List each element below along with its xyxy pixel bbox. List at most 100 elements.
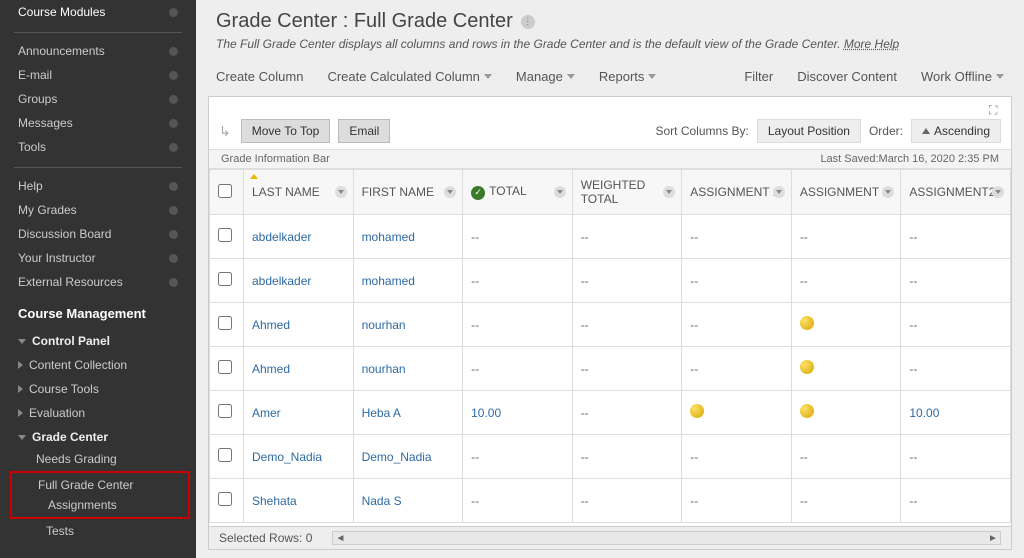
row-select-cell[interactable]: [210, 479, 244, 523]
row-checkbox[interactable]: [218, 228, 232, 242]
filter-button[interactable]: Filter: [744, 69, 773, 84]
row-checkbox[interactable]: [218, 404, 232, 418]
cell-value[interactable]: Demo_Nadia: [362, 450, 432, 464]
sidebar-item-messages[interactable]: Messages: [0, 111, 196, 135]
assignment-cell[interactable]: --: [791, 215, 901, 259]
total-cell[interactable]: --: [463, 347, 573, 391]
assignment-cell[interactable]: --: [901, 347, 1011, 391]
assignment-cell[interactable]: --: [901, 303, 1011, 347]
row-select-cell[interactable]: [210, 303, 244, 347]
control-panel-heading[interactable]: Control Panel: [0, 329, 196, 353]
total-cell[interactable]: --: [463, 479, 573, 523]
weighted-total-cell[interactable]: --: [572, 479, 682, 523]
column-menu-icon[interactable]: [335, 186, 347, 198]
create-calculated-column-button[interactable]: Create Calculated Column: [327, 69, 491, 84]
assignment-cell[interactable]: --: [682, 215, 792, 259]
cell-value[interactable]: nourhan: [362, 318, 406, 332]
first-name-cell[interactable]: Demo_Nadia: [353, 435, 463, 479]
reports-button[interactable]: Reports: [599, 69, 657, 84]
manage-button[interactable]: Manage: [516, 69, 575, 84]
horizontal-scrollbar[interactable]: ◄ ►: [332, 531, 1001, 545]
first-name-cell[interactable]: mohamed: [353, 215, 463, 259]
sidebar-item-e-mail[interactable]: E-mail: [0, 63, 196, 87]
row-checkbox[interactable]: [218, 360, 232, 374]
last-name-cell[interactable]: abdelkader: [244, 259, 354, 303]
weighted-total-cell[interactable]: --: [572, 347, 682, 391]
assignment-cell[interactable]: --: [901, 479, 1011, 523]
row-select-cell[interactable]: [210, 391, 244, 435]
last-name-cell[interactable]: Ahmed: [244, 347, 354, 391]
cell-value[interactable]: abdelkader: [252, 274, 311, 288]
column-menu-icon[interactable]: [992, 186, 1004, 198]
column-header[interactable]: LAST NAME: [244, 170, 354, 215]
column-header[interactable]: ASSIGNMENT2: [901, 170, 1011, 215]
move-to-top-button[interactable]: Move To Top: [241, 119, 331, 143]
column-header[interactable]: WEIGHTED TOTAL: [572, 170, 682, 215]
column-header[interactable]: ✓TOTAL: [463, 170, 573, 215]
order-button[interactable]: Ascending: [911, 119, 1001, 143]
row-checkbox[interactable]: [218, 272, 232, 286]
sidebar-item-tools[interactable]: Tools: [0, 135, 196, 159]
assignment-cell[interactable]: [791, 303, 901, 347]
row-checkbox[interactable]: [218, 316, 232, 330]
column-header[interactable]: FIRST NAME: [353, 170, 463, 215]
cell-value[interactable]: 10.00: [471, 406, 501, 420]
sidebar-item-full-grade-center[interactable]: Full Grade Center: [12, 475, 188, 495]
assignment-cell[interactable]: 10.00: [901, 391, 1011, 435]
row-select-cell[interactable]: [210, 435, 244, 479]
cell-value[interactable]: Amer: [252, 406, 281, 420]
cell-value[interactable]: Demo_Nadia: [252, 450, 322, 464]
row-select-cell[interactable]: [210, 347, 244, 391]
last-name-cell[interactable]: Shehata: [244, 479, 354, 523]
create-column-button[interactable]: Create Column: [216, 69, 303, 84]
cell-value[interactable]: Heba A: [362, 406, 401, 420]
assignment-cell[interactable]: --: [901, 259, 1011, 303]
layout-position-button[interactable]: Layout Position: [757, 119, 861, 143]
scroll-right-arrow[interactable]: ►: [986, 533, 1000, 544]
sidebar-item-discussion-board[interactable]: Discussion Board: [0, 222, 196, 246]
row-checkbox[interactable]: [218, 448, 232, 462]
assignment-cell[interactable]: --: [901, 215, 1011, 259]
first-name-cell[interactable]: mohamed: [353, 259, 463, 303]
first-name-cell[interactable]: Nada S: [353, 479, 463, 523]
weighted-total-cell[interactable]: --: [572, 435, 682, 479]
assignment-cell[interactable]: --: [682, 303, 792, 347]
cell-value[interactable]: 10.00: [909, 406, 939, 420]
assignment-cell[interactable]: [791, 347, 901, 391]
last-name-cell[interactable]: Amer: [244, 391, 354, 435]
sidebar-item-announcements[interactable]: Announcements: [0, 39, 196, 63]
assignment-cell[interactable]: [791, 391, 901, 435]
sidebar-item-help[interactable]: Help: [0, 174, 196, 198]
sidebar-item-tests[interactable]: Tests: [0, 521, 196, 541]
more-help-link[interactable]: More Help: [844, 37, 899, 51]
row-select-cell[interactable]: [210, 259, 244, 303]
cell-value[interactable]: mohamed: [362, 274, 415, 288]
assignment-cell[interactable]: --: [791, 259, 901, 303]
row-checkbox[interactable]: [218, 492, 232, 506]
sidebar-item-my-grades[interactable]: My Grades: [0, 198, 196, 222]
scroll-left-arrow[interactable]: ◄: [333, 533, 347, 544]
last-name-cell[interactable]: Demo_Nadia: [244, 435, 354, 479]
return-arrow-icon[interactable]: ↳: [219, 123, 233, 140]
assignment-cell[interactable]: --: [682, 435, 792, 479]
sidebar-item-assignments[interactable]: Assignments: [12, 495, 188, 515]
column-menu-icon[interactable]: [663, 186, 675, 198]
last-name-cell[interactable]: Ahmed: [244, 303, 354, 347]
first-name-cell[interactable]: nourhan: [353, 303, 463, 347]
last-name-cell[interactable]: abdelkader: [244, 215, 354, 259]
row-select-cell[interactable]: [210, 215, 244, 259]
cell-value[interactable]: Ahmed: [252, 362, 290, 376]
fullscreen-icon[interactable]: ⛶: [989, 103, 1003, 117]
total-cell[interactable]: --: [463, 259, 573, 303]
sidebar-item-external-resources[interactable]: External Resources: [0, 270, 196, 294]
assignment-cell[interactable]: --: [682, 479, 792, 523]
discover-content-button[interactable]: Discover Content: [797, 69, 897, 84]
assignment-cell[interactable]: --: [901, 435, 1011, 479]
weighted-total-cell[interactable]: --: [572, 259, 682, 303]
total-cell[interactable]: 10.00: [463, 391, 573, 435]
cell-value[interactable]: Ahmed: [252, 318, 290, 332]
settings-icon[interactable]: ⋮: [521, 15, 535, 29]
email-button[interactable]: Email: [338, 119, 390, 143]
column-menu-icon[interactable]: [882, 186, 894, 198]
assignment-cell[interactable]: --: [682, 259, 792, 303]
